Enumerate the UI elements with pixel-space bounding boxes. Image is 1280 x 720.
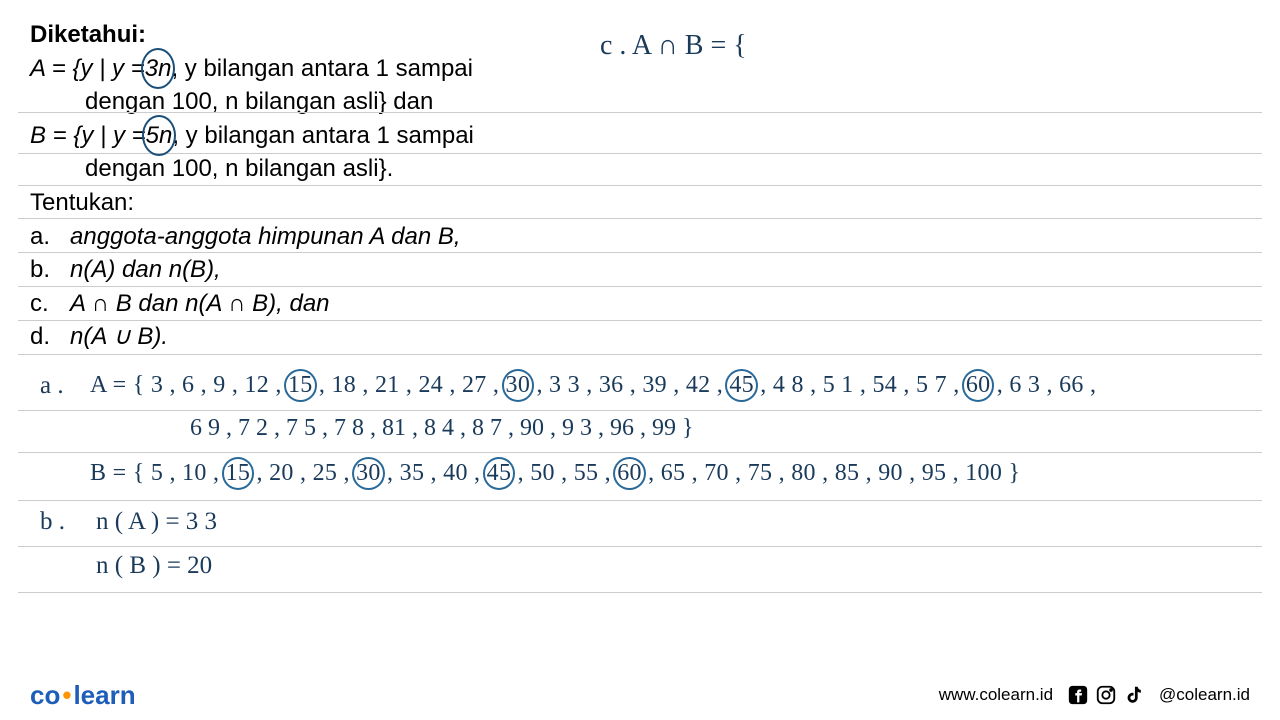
footer: co•learn www.colearn.id @colearn.id: [0, 670, 1280, 720]
hw-b-circled-30: 30: [356, 460, 381, 487]
tiktok-icon: [1123, 684, 1145, 706]
instagram-icon: [1095, 684, 1117, 706]
circled-5n: 5n: [146, 119, 173, 153]
facebook-icon: [1067, 684, 1089, 706]
circled-3n: 3n: [145, 52, 172, 86]
hw-nA: n ( A ) = 3 3: [96, 508, 217, 536]
hw-circled-30: 30: [506, 372, 531, 399]
hw-b-label: b .: [40, 508, 65, 536]
hw-b-circled-45: 45: [487, 460, 512, 487]
handwritten-c-answer: c . A ∩ B = {: [600, 30, 747, 62]
hw-a-label: a .: [40, 372, 64, 400]
footer-right: www.colearn.id @colearn.id: [939, 684, 1250, 706]
hw-nB: n ( B ) = 20: [96, 552, 212, 580]
footer-handle: @colearn.id: [1159, 685, 1250, 705]
hw-circled-60: 60: [966, 372, 991, 399]
hw-set-a-line1: A = { 3 , 6 , 9 , 12 , 15 , 18 , 21 , 24…: [90, 372, 1096, 399]
footer-url: www.colearn.id: [939, 685, 1053, 705]
hw-set-b: B = { 5 , 10 , 15 , 20 , 25 , 30 , 35 , …: [90, 460, 1020, 487]
hw-circled-15: 15: [288, 372, 313, 399]
hw-b-circled-60: 60: [617, 460, 642, 487]
social-icons: [1067, 684, 1145, 706]
hw-b-circled-15: 15: [226, 460, 251, 487]
hw-set-a-line2: 6 9 , 7 2 , 7 5 , 7 8 , 81 , 8 4 , 8 7 ,…: [190, 415, 694, 442]
logo: co•learn: [30, 680, 136, 711]
logo-dot-icon: •: [62, 680, 71, 710]
hw-circled-45: 45: [729, 372, 754, 399]
